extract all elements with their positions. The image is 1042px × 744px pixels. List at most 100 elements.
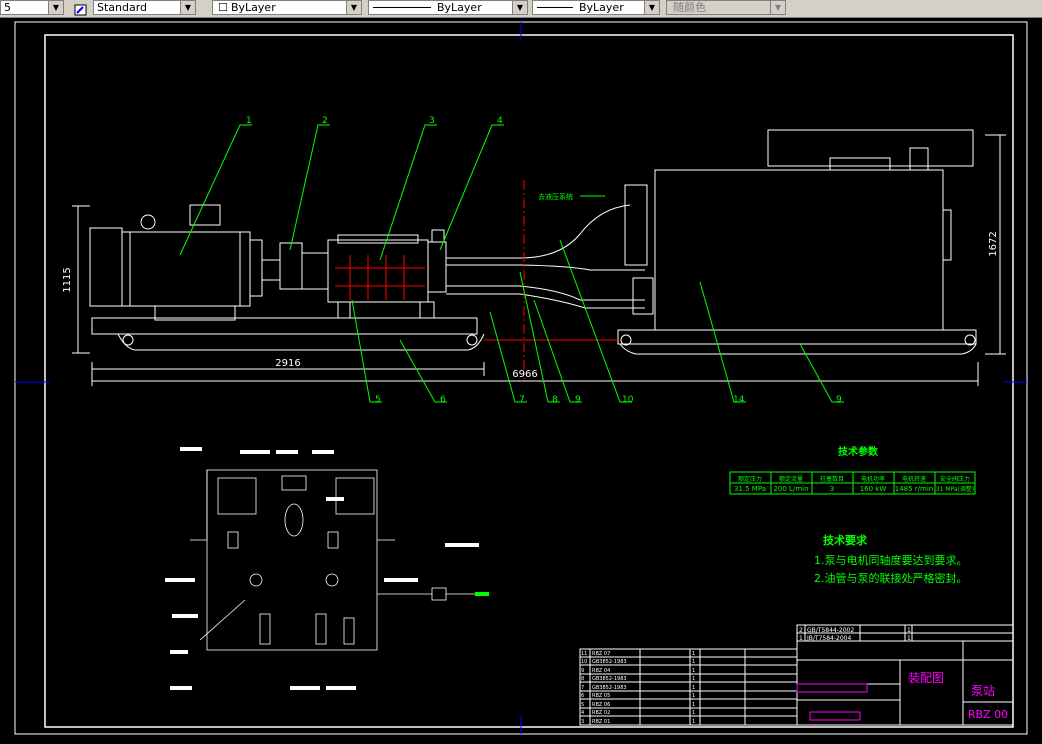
hoses <box>446 204 645 309</box>
part-no: 10 <box>581 659 587 665</box>
part-no: 9 <box>581 668 584 674</box>
param-header: 额定压力 <box>738 475 762 483</box>
part-code: RBZ 01 <box>592 719 610 725</box>
part-code: RBZ 04 <box>592 668 610 674</box>
linetype-preview-icon <box>373 7 431 8</box>
balloon-1: 1 <box>246 116 252 126</box>
part-no: 4 <box>581 710 584 716</box>
param-value: 31.5 MPa <box>734 485 766 493</box>
balloon-9b: 9 <box>836 395 842 405</box>
revision-qty: 1 <box>907 627 911 634</box>
part-code: RBZ 07 <box>592 651 610 657</box>
part-qty: 1 <box>692 676 695 682</box>
text-style-combo[interactable]: Standard ▼ <box>93 0 196 15</box>
layer-combo[interactable]: ☐ ByLayer ▼ <box>212 0 362 15</box>
requirements-title: 技术要求 <box>823 533 868 547</box>
schematic-labels <box>165 447 489 690</box>
part-code: GB3852-1983 <box>592 685 627 691</box>
part-qty: 1 <box>692 668 695 674</box>
color-swatch-icon: ☐ <box>218 1 228 14</box>
part-code: RBZ 05 <box>592 693 610 699</box>
dim-width-left: 2916 <box>275 358 300 369</box>
param-value: 160 kW <box>860 485 887 493</box>
balloon-9a: 9 <box>575 395 581 405</box>
part-code: GB3852-1983 <box>592 659 627 665</box>
linetype-combo[interactable]: ByLayer ▼ <box>368 0 528 15</box>
param-header: 额定流量 <box>779 475 803 483</box>
cad-drawing: 1115 2916 6966 1672 1 2 3 4 5 6 7 8 9 10… <box>14 21 1028 735</box>
params-table: 额定压力 额定流量 柱塞数目 电机功率 电机转速 安全阀压力 31.5 MPa … <box>729 471 976 495</box>
lineweight-value: ByLayer <box>579 1 624 14</box>
balloon-3: 3 <box>429 116 435 126</box>
chevron-down-icon[interactable]: ▼ <box>770 1 785 14</box>
param-header: 柱塞数目 <box>820 475 844 483</box>
balloon-7: 7 <box>519 395 525 405</box>
revision-no: 2 <box>799 627 803 634</box>
dim-width-total: 6966 <box>512 369 537 380</box>
param-value: 31 MPa(调整) <box>936 485 974 493</box>
part-no: 5 <box>581 702 584 708</box>
scale-value: 5 <box>4 1 11 14</box>
chevron-down-icon[interactable]: ▼ <box>346 1 361 14</box>
plunger-pump <box>327 229 447 319</box>
lineweight-preview-icon <box>537 7 573 8</box>
part-qty: 1 <box>692 651 695 657</box>
coupling <box>261 242 329 290</box>
param-value: 200 L/min <box>773 485 808 493</box>
lineweight-combo[interactable]: ByLayer ▼ <box>532 0 660 15</box>
balloon-6: 6 <box>440 395 446 405</box>
balloon-14: 14 <box>733 395 745 405</box>
dimension-lines <box>72 134 1006 386</box>
plot-style-combo[interactable]: 随颜色 ▼ <box>666 0 786 15</box>
part-no: 3 <box>581 719 584 725</box>
revision-code: GB/T5844-2002 <box>807 627 854 634</box>
param-value: 3 <box>830 485 834 493</box>
requirement-item: 1.泵与电机同轴度要达到要求。 <box>814 553 968 567</box>
dim-height-right: 1672 <box>988 231 999 256</box>
accent-stamp-field <box>796 683 868 693</box>
balloon-2: 2 <box>322 116 328 126</box>
scale-combo[interactable]: 5 ▼ <box>0 0 64 15</box>
param-header: 电机转速 <box>902 475 926 483</box>
part-code: RBZ 02 <box>592 710 610 716</box>
layer-value: ByLayer <box>231 1 276 14</box>
callout-hydraulic: 去液压系统 <box>538 192 573 201</box>
drawing-code: RBZ 00 <box>968 708 1008 721</box>
base-frame-right <box>617 329 977 355</box>
drawing-name: 装配图 <box>908 671 944 685</box>
pump-center-marks <box>335 255 425 300</box>
text-style-icon <box>74 1 87 16</box>
part-no: 11 <box>581 651 587 657</box>
motor <box>89 204 263 321</box>
drawing-canvas[interactable]: 1115 2916 6966 1672 1 2 3 4 5 6 7 8 9 10… <box>0 18 1042 740</box>
part-qty: 1 <box>692 693 695 699</box>
part-qty: 1 <box>692 685 695 691</box>
part-qty: 1 <box>692 702 695 708</box>
param-value: 1485 r/min <box>895 485 933 493</box>
part-qty: 1 <box>692 719 695 725</box>
chevron-down-icon[interactable]: ▼ <box>48 1 63 14</box>
part-qty: 1 <box>692 659 695 665</box>
part-no: 7 <box>581 685 584 691</box>
part-no: 6 <box>581 693 584 699</box>
linetype-value: ByLayer <box>437 1 482 14</box>
part-qty: 1 <box>692 710 695 716</box>
properties-toolbar: 5 ▼ Standard ▼ ☐ ByLayer ▼ ByLayer ▼ ByL… <box>0 0 1042 18</box>
balloon-5: 5 <box>375 395 381 405</box>
chevron-down-icon[interactable]: ▼ <box>644 1 659 14</box>
product-name: 泵站 <box>971 684 995 698</box>
accent-sign-field <box>809 711 861 721</box>
dim-height-left: 1115 <box>62 267 73 292</box>
balloon-4: 4 <box>497 116 503 126</box>
base-frame-left <box>91 317 485 351</box>
chevron-down-icon[interactable]: ▼ <box>512 1 527 14</box>
param-header: 电机功率 <box>861 475 885 483</box>
requirement-item: 2.油管与泵的联接处严格密封。 <box>814 571 968 585</box>
chevron-down-icon[interactable]: ▼ <box>180 1 195 14</box>
balloon-10: 10 <box>622 395 634 405</box>
balloon-8: 8 <box>552 395 558 405</box>
part-code: RBZ 06 <box>592 702 610 708</box>
plot-style-value: 随颜色 <box>673 1 706 14</box>
part-no: 8 <box>581 676 584 682</box>
params-title: 技术参数 <box>838 445 879 458</box>
